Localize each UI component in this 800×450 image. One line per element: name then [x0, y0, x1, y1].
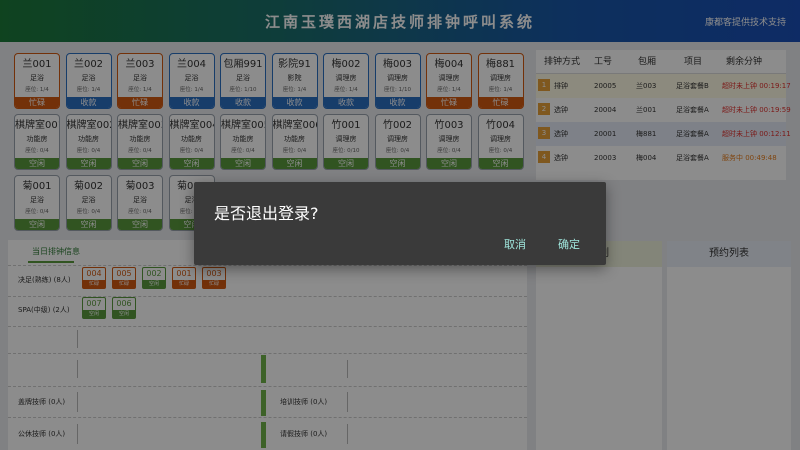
cancel-button[interactable]: 取消: [504, 236, 526, 252]
dialog-message: 是否退出登录?: [214, 204, 319, 223]
confirm-button[interactable]: 确定: [558, 236, 580, 252]
logout-dialog: 是否退出登录? 取消 确定: [194, 182, 606, 265]
